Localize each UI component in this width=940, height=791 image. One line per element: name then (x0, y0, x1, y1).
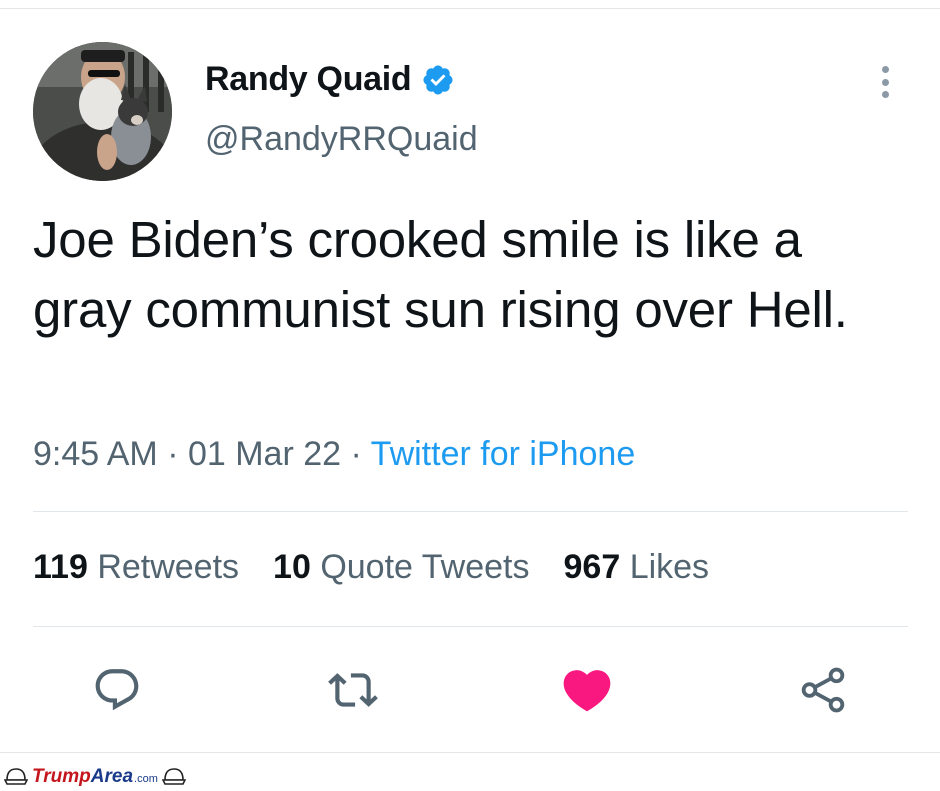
stat-label: Quote Tweets (320, 548, 530, 586)
stat-retweets[interactable]: 119 Retweets (33, 548, 239, 587)
more-options-icon[interactable] (870, 62, 900, 102)
author-display-name[interactable]: Randy Quaid (205, 60, 412, 99)
tweet-text: Joe Biden’s crooked smile is like a gray… (33, 211, 848, 338)
tweet-source-link[interactable]: Twitter for iPhone (371, 435, 636, 473)
divider (33, 511, 908, 512)
like-icon (563, 670, 611, 712)
stat-label: Likes (629, 548, 710, 586)
share-button[interactable] (793, 660, 853, 720)
divider (33, 626, 908, 627)
avatar[interactable] (33, 42, 172, 181)
tweet-stats: 119 Retweets 10 Quote Tweets 967 Likes (33, 548, 743, 587)
cap-logo-icon (161, 766, 187, 788)
divider (0, 752, 940, 753)
top-divider (0, 8, 940, 9)
verified-badge-icon (421, 63, 455, 97)
cap-logo-icon (3, 766, 29, 788)
watermark-brand-primary: Trump (32, 765, 91, 787)
stat-count: 967 (563, 548, 621, 586)
share-icon (801, 667, 845, 713)
stat-label: Retweets (97, 548, 240, 586)
watermark-suffix: .com (134, 772, 158, 785)
watermark-brand-secondary: Area (90, 765, 134, 787)
reply-icon (95, 669, 139, 711)
stat-quote-tweets[interactable]: 10 Quote Tweets (273, 548, 529, 587)
author-name-row[interactable]: Randy Quaid (205, 60, 455, 99)
tweet-actions (0, 660, 940, 720)
tweet-date[interactable]: 01 Mar 22 (188, 435, 341, 473)
like-button[interactable] (557, 660, 617, 720)
stat-count: 119 (33, 548, 88, 586)
watermark-brand: TrumpArea (32, 766, 133, 788)
retweet-icon (328, 673, 378, 707)
tweet-time[interactable]: 9:45 AM (33, 435, 158, 473)
stat-count: 10 (273, 548, 311, 586)
stat-likes[interactable]: 967 Likes (564, 548, 710, 587)
watermark: TrumpArea .com (0, 762, 940, 791)
retweet-button[interactable] (323, 660, 383, 720)
meta-separator: · (341, 435, 371, 473)
meta-separator: · (157, 435, 188, 473)
reply-button[interactable] (87, 660, 147, 720)
author-handle[interactable]: @RandyRRQuaid (205, 120, 478, 159)
avatar-photo-icon (33, 42, 172, 181)
tweet-meta: 9:45 AM · 01 Mar 22 · Twitter for iPhone (33, 435, 635, 474)
